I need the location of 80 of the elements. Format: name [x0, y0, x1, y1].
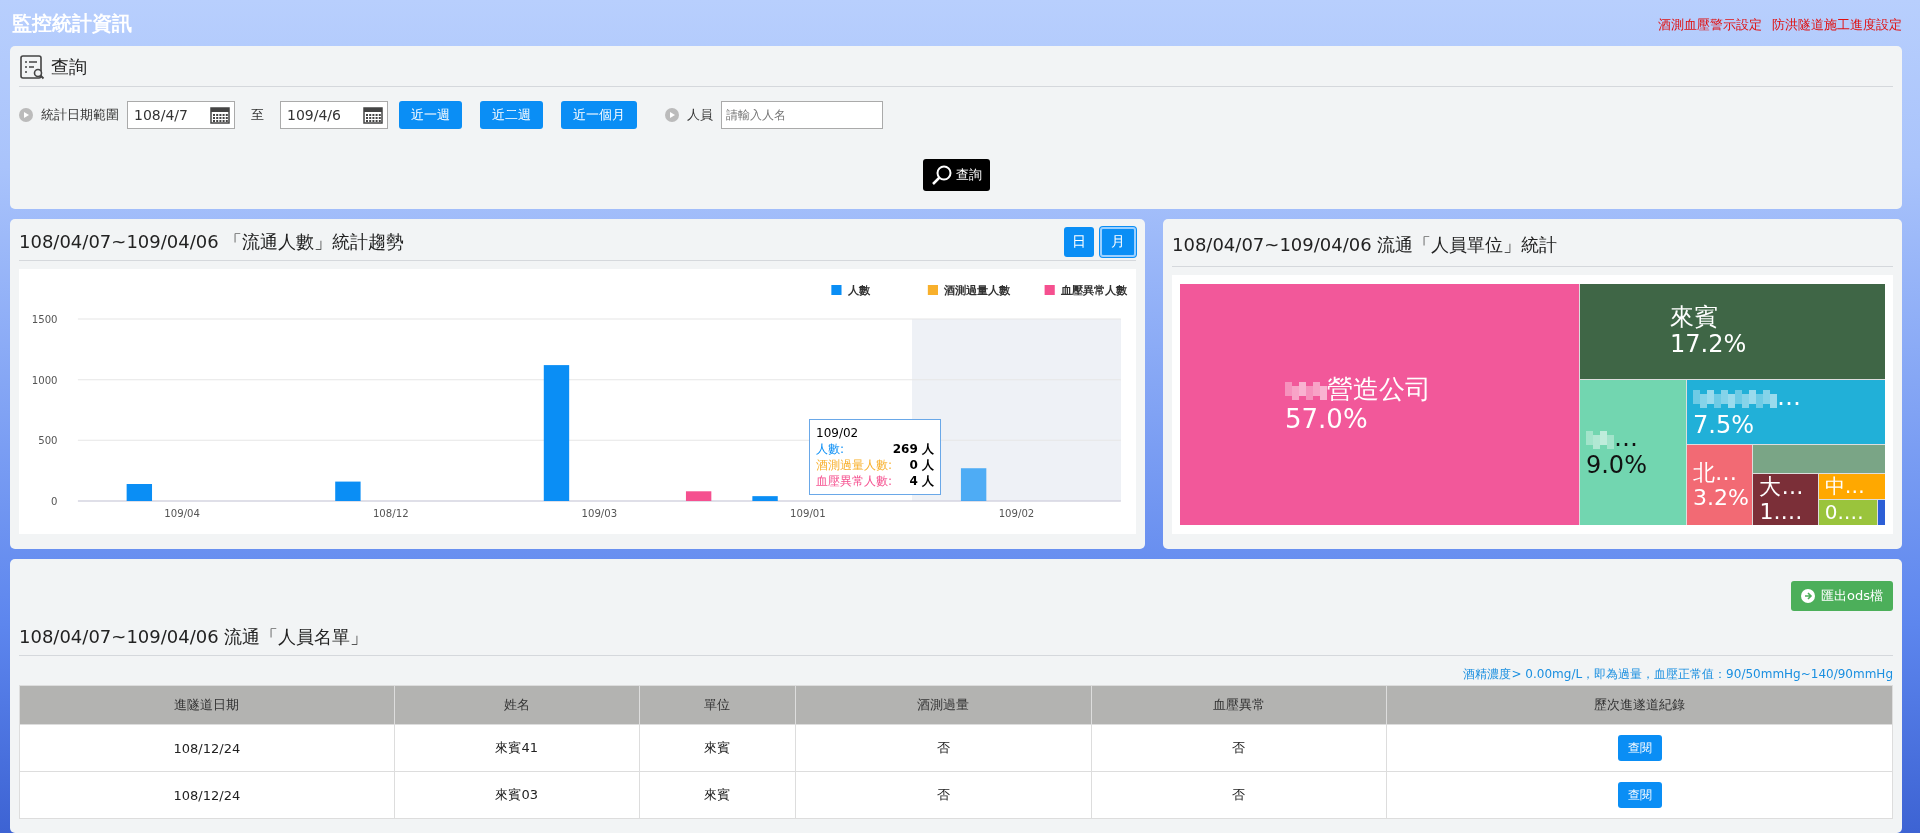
- table-cell: 來賓: [639, 724, 796, 772]
- settings-link[interactable]: 酒測血壓警示設定: [1658, 16, 1762, 34]
- table-cell: 108/12/24: [19, 724, 395, 772]
- treemap-cell[interactable]: 大… 1.…: [1753, 473, 1818, 525]
- tooltip-label: 人數:: [816, 441, 845, 457]
- mode-tab[interactable]: 月: [1100, 227, 1136, 257]
- page-title: 監控統計資訊: [12, 9, 132, 37]
- unit-percent: 17.2%: [1669, 331, 1748, 359]
- axis-label: 109/03: [581, 508, 618, 519]
- threshold-note: 酒精濃度> 0.00mg/L，即為過量，血壓正常值：90/50mmHg~140/90mmHg: [1462, 666, 1893, 683]
- table-cell: 來賓: [639, 771, 796, 819]
- panel-title: 108/04/07~109/04/06 流通「人員名單」: [19, 625, 369, 649]
- tooltip-title: 109/02: [816, 426, 859, 440]
- treemap-cell[interactable]: 0.…: [1818, 500, 1877, 525]
- treemap-cell[interactable]: 中…: [1818, 473, 1885, 500]
- table-cell: 否: [1091, 771, 1387, 819]
- legend-label[interactable]: 人數: [847, 284, 870, 297]
- table-cell: 否: [795, 771, 1092, 819]
- axis-label: 109/02: [998, 508, 1035, 519]
- date-field[interactable]: 108/4/7: [127, 101, 235, 129]
- unit-name: 營造公司: [1327, 374, 1431, 405]
- column-header: 姓名: [394, 685, 640, 725]
- tooltip-value: 269 人: [892, 441, 934, 457]
- mode-tab[interactable]: 日: [1064, 227, 1094, 257]
- column-header: 進隧道日期: [19, 685, 395, 725]
- unit-percent: 3.2%: [1693, 485, 1750, 511]
- tooltip-value: 0 人: [909, 457, 934, 473]
- treemap-cell[interactable]: 營造公司 57.0%: [1180, 284, 1579, 525]
- panel-title: 108/04/07~109/04/06 「流通人數」統計趨勢: [19, 230, 405, 254]
- column-header: 單位: [639, 685, 796, 725]
- search-button[interactable]: 查詢: [922, 159, 990, 191]
- axis-label: 109/04: [164, 508, 200, 519]
- export-button[interactable]: 匯出ods檔: [1791, 581, 1893, 611]
- panel-title: 108/04/07~109/04/06 流通「人員單位」統計: [1172, 233, 1558, 257]
- unit-name: …: [1777, 384, 1802, 412]
- axis-label: 0: [51, 496, 58, 507]
- table-cell: 108/12/24: [19, 771, 395, 819]
- tooltip-value: 4 人: [909, 473, 934, 489]
- table-cell: 來賓03: [394, 771, 640, 819]
- unit-name: …: [1613, 424, 1638, 453]
- settings-link[interactable]: 防洪隧道施工進度設定: [1772, 16, 1902, 34]
- unit-name: 大…: [1759, 474, 1804, 500]
- column-header: 血壓異常: [1091, 685, 1387, 725]
- axis-label: 1500: [31, 314, 58, 325]
- unit-name: 中…: [1824, 474, 1865, 498]
- view-button[interactable]: 查閱: [1617, 782, 1662, 808]
- axis-label: 500: [38, 435, 58, 447]
- tooltip-label: 酒測過量人數:: [816, 457, 893, 473]
- range-button[interactable]: 近二週: [480, 101, 543, 129]
- range-button[interactable]: 近一個月: [561, 101, 637, 129]
- view-button[interactable]: 查閱: [1617, 735, 1662, 761]
- field-label: 統計日期範圍: [41, 106, 119, 124]
- unit-percent: 57.0%: [1285, 404, 1369, 435]
- axis-label: 109/01: [790, 508, 826, 519]
- name-field[interactable]: 請輸入人名: [721, 101, 883, 129]
- column-header: 歷次進遂道紀錄: [1386, 685, 1893, 725]
- table-cell: 否: [795, 724, 1092, 772]
- unit-percent: 7.5%: [1693, 411, 1756, 440]
- field-label: 至: [251, 106, 264, 124]
- date-field[interactable]: 109/4/6: [280, 101, 388, 129]
- treemap-cell[interactable]: 北… 3.2%: [1687, 445, 1753, 525]
- table-cell: 來賓41: [394, 724, 640, 772]
- treemap-cell[interactable]: 來賓 17.2%: [1579, 284, 1885, 379]
- axis-label: 1000: [31, 374, 58, 386]
- table-cell: 否: [1091, 724, 1387, 772]
- column-header: 酒測過量: [795, 685, 1092, 725]
- tooltip-label: 血壓異常人數:: [816, 473, 893, 489]
- field-label: 人員: [687, 106, 713, 124]
- panel-title: 查詢: [51, 55, 87, 79]
- treemap-cell[interactable]: … 9.0%: [1579, 379, 1687, 525]
- range-button[interactable]: 近一週: [399, 101, 462, 129]
- legend-label[interactable]: 血壓異常人數: [1060, 284, 1128, 297]
- legend-label[interactable]: 酒測過量人數: [944, 284, 1011, 297]
- unit-name: 北…: [1693, 459, 1738, 485]
- unit-name: 來賓: [1669, 303, 1718, 332]
- unit-percent: 0.…: [1824, 501, 1865, 525]
- unit-percent: 1.…: [1759, 499, 1804, 525]
- unit-percent: 9.0%: [1585, 452, 1648, 480]
- axis-label: 108/12: [372, 508, 409, 519]
- treemap-cell[interactable]: … 7.5%: [1687, 379, 1885, 444]
